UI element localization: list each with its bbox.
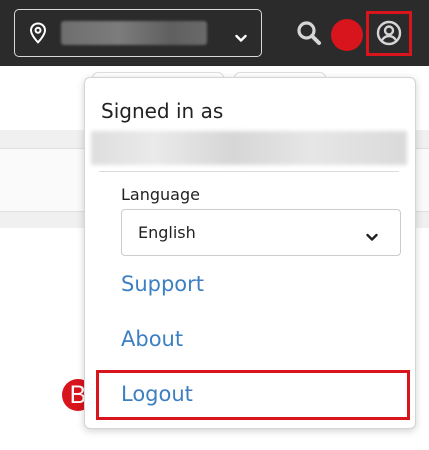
- location-value-redacted: [61, 21, 207, 45]
- signed-in-label: Signed in as: [101, 99, 224, 123]
- logout-link[interactable]: Logout: [121, 382, 193, 406]
- signed-in-user-redacted: [91, 131, 407, 165]
- annotation-marker-a: [331, 19, 363, 51]
- user-circle-icon: [376, 20, 402, 50]
- top-nav-bar: [0, 0, 429, 66]
- support-link[interactable]: Support: [121, 272, 204, 296]
- account-dropdown-menu: Signed in as Language English Support Ab…: [84, 77, 416, 429]
- search-icon[interactable]: [296, 20, 322, 50]
- account-button[interactable]: [366, 11, 412, 56]
- language-select[interactable]: English: [121, 209, 401, 256]
- language-value: English: [138, 223, 196, 242]
- language-label: Language: [121, 185, 200, 204]
- about-link[interactable]: About: [121, 327, 183, 351]
- menu-divider: [99, 171, 399, 172]
- location-selector[interactable]: [14, 9, 262, 57]
- chevron-down-icon: [235, 28, 247, 47]
- map-pin-icon: [29, 22, 47, 48]
- chevron-down-icon: [366, 227, 378, 246]
